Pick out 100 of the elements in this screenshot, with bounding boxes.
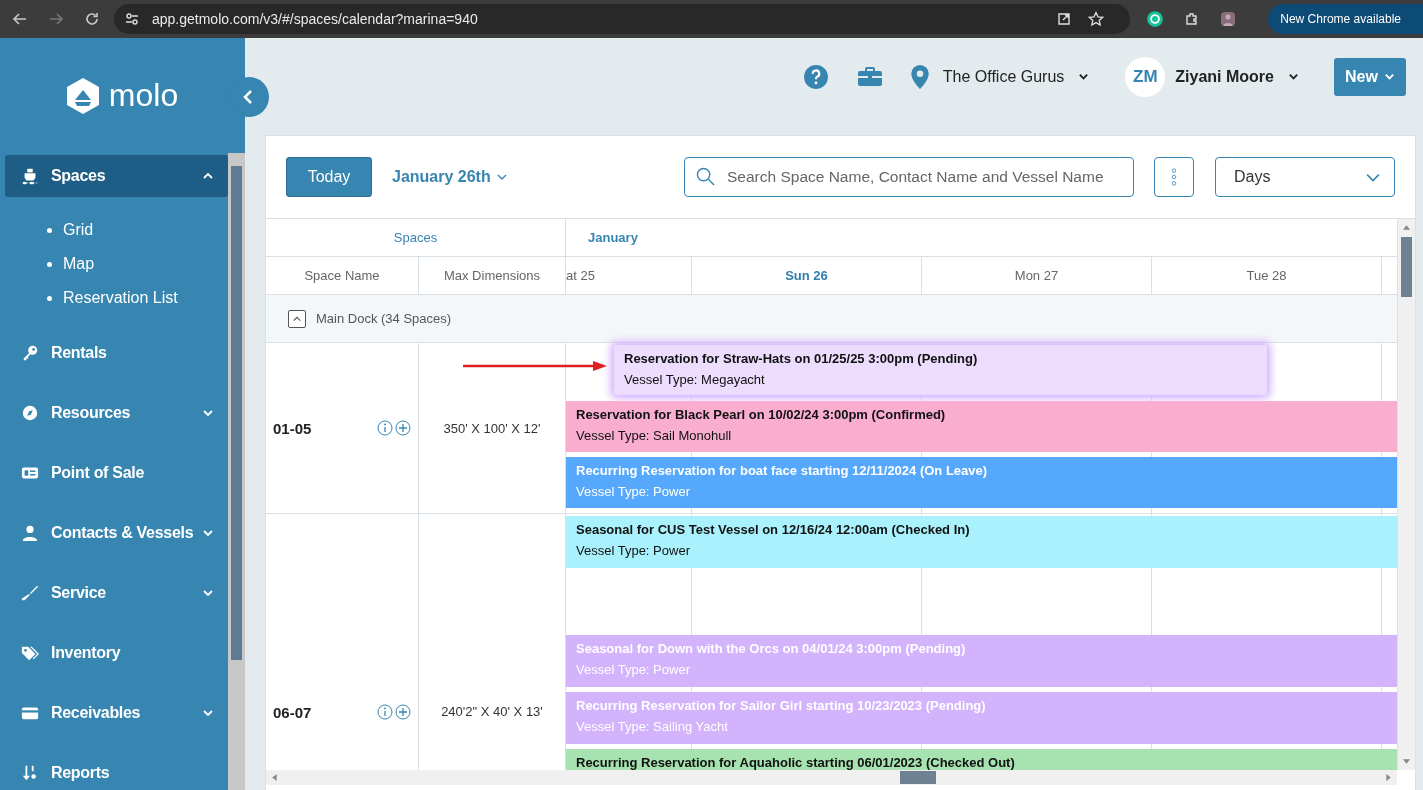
reservation-bar[interactable]: Reservation for Black Pearl on 10/02/24 3:00pm (Confirmed) Vessel Type: Sail Monohull xyxy=(566,401,1397,452)
reservation-bar[interactable]: Reservation for Straw-Hats on 01/25/25 3:00pm (Pending) Vessel Type: Megayacht xyxy=(614,345,1267,395)
submenu-item[interactable]: Reservation List xyxy=(47,281,228,315)
scroll-up-icon[interactable] xyxy=(1402,223,1411,231)
day-header: Tue 28 xyxy=(1152,257,1382,294)
reservation-bar[interactable]: Seasonal for CUS Test Vessel on 12/16/24 12:00am (Checked In) Vessel Type: Power xyxy=(566,516,1397,568)
dimensions: 240'2" X 40' X 13' xyxy=(441,704,543,719)
reservation-title: Seasonal for CUS Test Vessel on 12/16/24 12:00am (Checked In) xyxy=(576,522,971,537)
vessel-label: Vessel Type: xyxy=(576,543,650,558)
url-text: app.getmolo.com/v3/#/spaces/calendar?marina=940 xyxy=(152,11,478,27)
column-group-header: Spaces xyxy=(393,230,438,245)
sidebar-item[interactable]: Resources xyxy=(5,392,228,434)
vessel-type: Sail Monohull xyxy=(653,428,732,443)
scroll-right-icon[interactable] xyxy=(1385,773,1393,782)
chevron-icon xyxy=(202,527,214,539)
help-icon[interactable] xyxy=(802,63,829,90)
vessel-label: Vessel Type: xyxy=(576,428,650,443)
sidebar-item[interactable]: Receivables xyxy=(5,692,228,734)
vessel-label: Vessel Type: xyxy=(576,719,650,734)
day-header: Mon 27 xyxy=(922,257,1152,294)
briefcase-icon[interactable] xyxy=(856,66,883,87)
reservation-bar[interactable]: Recurring Reservation for boat face starting 12/11/2024 (On Leave) Vessel Type: Power xyxy=(566,457,1397,508)
vessel-type: Megayacht xyxy=(701,372,765,387)
user-menu[interactable]: ZM Ziyani Moore xyxy=(1125,56,1299,97)
chevron-icon xyxy=(202,587,214,599)
vessel-label: Vessel Type: xyxy=(624,372,698,387)
day-header: at 25 xyxy=(566,257,692,294)
brush-icon xyxy=(21,584,39,602)
sidebar-item[interactable]: Point of Sale xyxy=(5,452,228,494)
today-button[interactable]: Today xyxy=(286,157,372,197)
info-icon[interactable] xyxy=(377,420,393,436)
sort-icon xyxy=(21,764,39,782)
key-icon xyxy=(21,344,39,362)
chevron-icon xyxy=(1078,71,1090,82)
add-icon[interactable] xyxy=(395,704,411,720)
vessel-type: Power xyxy=(653,662,690,677)
location-pin-icon xyxy=(910,64,929,89)
profile-avatar-icon[interactable] xyxy=(1220,11,1236,27)
scrollbar-thumb[interactable] xyxy=(1401,237,1412,297)
person-icon xyxy=(21,524,39,542)
reservation-title: Reservation for Black Pearl on 10/02/24 3:00pm (Confirmed) xyxy=(576,407,947,422)
chevron-icon xyxy=(1288,71,1299,82)
space-name: 01-05 xyxy=(273,419,312,437)
update-badge[interactable]: New Chrome available xyxy=(1268,4,1423,34)
more-options-button[interactable] xyxy=(1154,157,1194,197)
submenu-item[interactable]: Grid xyxy=(47,213,228,247)
scroll-left-icon[interactable] xyxy=(270,773,278,782)
search-field[interactable]: Search Space Name, Contact Name and Vessel Name xyxy=(684,157,1134,197)
space-name: 06-07 xyxy=(273,704,312,721)
vessel-type: Sailing Yacht xyxy=(653,719,728,734)
chevron-icon xyxy=(202,407,214,419)
sidebar-item[interactable]: Rentals xyxy=(5,332,228,374)
forward-icon[interactable] xyxy=(48,11,64,27)
location-selector[interactable]: The Office Gurus xyxy=(910,64,1090,89)
reservation-title: Recurring Reservation for Sailor Girl starting 10/23/2023 (Pending) xyxy=(576,698,987,713)
column-header: Max Dimensions xyxy=(419,257,566,294)
new-button[interactable]: New xyxy=(1334,57,1406,96)
scroll-down-icon[interactable] xyxy=(1402,758,1411,766)
reservation-title: Recurring Reservation for Aquaholic starting 06/01/2023 (Checked Out) xyxy=(576,755,1016,770)
back-icon[interactable] xyxy=(12,11,28,27)
info-icon[interactable] xyxy=(377,704,393,720)
chevron-icon xyxy=(1383,71,1395,82)
tags-icon xyxy=(21,644,39,662)
scrollbar-thumb[interactable] xyxy=(231,166,242,660)
address-bar[interactable]: app.getmolo.com/v3/#/spaces/calendar?marina=940 xyxy=(114,4,1130,34)
extension-icon[interactable] xyxy=(1146,10,1164,28)
sidebar-item[interactable]: Service xyxy=(5,572,228,614)
scrollbar-thumb[interactable] xyxy=(900,771,936,784)
chevron-icon xyxy=(202,707,214,719)
star-icon[interactable] xyxy=(1088,11,1104,27)
kebab-icon xyxy=(1170,166,1178,188)
compass-icon xyxy=(21,404,39,422)
vessel-label: Vessel Type: xyxy=(576,484,650,499)
sidebar-item[interactable]: Reports xyxy=(5,752,228,790)
submenu-item[interactable]: Map xyxy=(47,247,228,281)
reservation-title: Seasonal for Down with the Orcs on 04/01/24 3:00pm (Pending) xyxy=(576,641,967,656)
sidebar-item[interactable]: Inventory xyxy=(5,632,228,674)
logo-text: molo xyxy=(108,77,179,114)
vessel-type: Power xyxy=(653,484,690,499)
month-header: January xyxy=(588,230,638,245)
reload-icon[interactable] xyxy=(84,11,100,27)
column-header: Space Name xyxy=(266,257,419,294)
open-external-icon[interactable] xyxy=(1056,11,1072,27)
dimensions: 350' X 100' X 12' xyxy=(443,420,541,436)
vessel-type: Power xyxy=(653,543,690,558)
view-select[interactable]: Days xyxy=(1215,157,1395,197)
puzzle-icon[interactable] xyxy=(1184,11,1200,27)
reservation-title: Recurring Reservation for boat face starting 12/11/2024 (On Leave) xyxy=(576,463,989,478)
reservation-title: Reservation for Straw-Hats on 01/25/25 3:00pm (Pending) xyxy=(624,351,979,366)
reservation-bar[interactable]: Recurring Reservation for Aquaholic starting 06/01/2023 (Checked Out) xyxy=(566,749,1397,770)
date-picker[interactable]: January 26th xyxy=(392,168,508,186)
group-label: Main Dock (34 Spaces) xyxy=(316,311,452,326)
collapse-group-button[interactable] xyxy=(288,309,306,328)
add-icon[interactable] xyxy=(395,420,411,436)
day-header: Sun 26 xyxy=(692,257,922,294)
user-avatar: ZM xyxy=(1125,56,1166,97)
site-settings-icon[interactable] xyxy=(124,11,140,27)
sidebar-item[interactable]: Contacts & Vessels xyxy=(5,512,228,554)
vessel-label: Vessel Type: xyxy=(576,662,650,677)
sidebar-item[interactable]: Spaces xyxy=(5,155,228,197)
